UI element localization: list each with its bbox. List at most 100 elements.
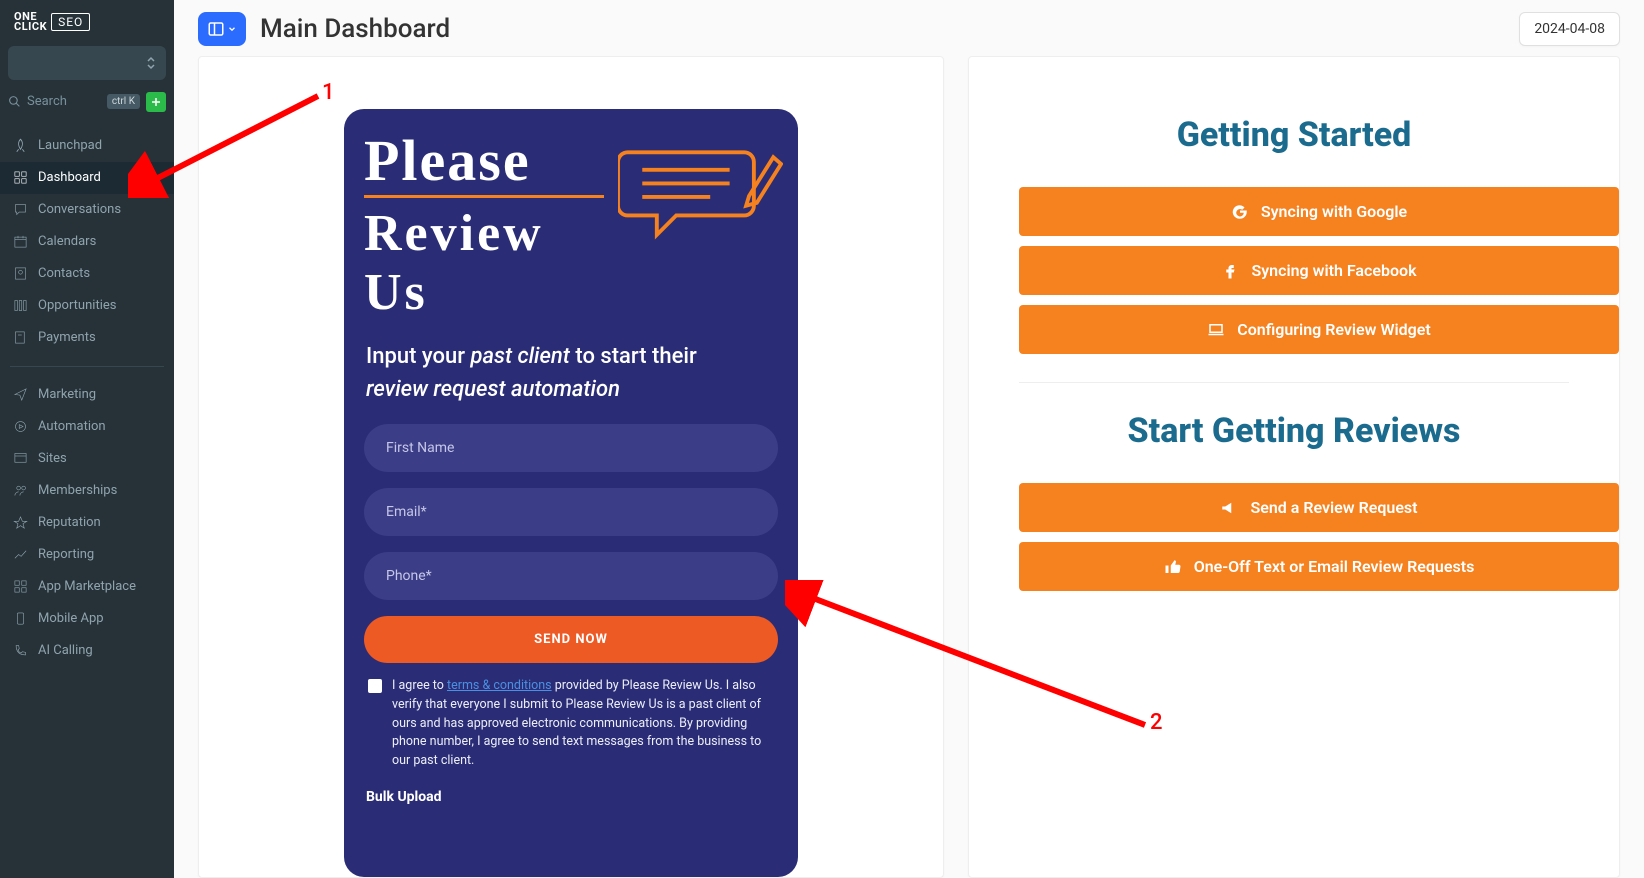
nav-contacts[interactable]: Contacts <box>0 258 174 290</box>
section-divider <box>1019 382 1569 383</box>
review-logo-please: Please <box>364 135 604 187</box>
main-area: Main Dashboard 2024-04-08 Please Review … <box>174 0 1644 878</box>
calendar-icon <box>12 234 28 250</box>
nav-memberships[interactable]: Memberships <box>0 475 174 507</box>
phone-field[interactable]: Phone* <box>364 552 778 600</box>
search-placeholder: Search <box>27 94 67 109</box>
nav-dashboard[interactable]: Dashboard <box>0 162 174 194</box>
button-label: Configuring Review Widget <box>1237 320 1431 339</box>
nav-ai-calling[interactable]: AI Calling <box>0 635 174 667</box>
nav-label: Conversations <box>38 202 121 217</box>
nav-automation[interactable]: Automation <box>0 411 174 443</box>
nav-calendars[interactable]: Calendars <box>0 226 174 258</box>
bulk-upload-link[interactable]: Bulk Upload <box>364 789 778 805</box>
button-label: Send a Review Request <box>1250 498 1417 517</box>
page-title: Main Dashboard <box>260 14 450 44</box>
consent-checkbox[interactable] <box>368 679 382 693</box>
oneoff-request-button[interactable]: One-Off Text or Email Review Requests <box>1019 542 1619 591</box>
nav-app-marketplace[interactable]: App Marketplace <box>0 571 174 603</box>
chevron-updown-icon <box>146 56 156 70</box>
nav-label: Contacts <box>38 266 90 281</box>
review-logo-review: Review Us <box>364 195 604 322</box>
search-shortcut: ctrl K <box>107 94 140 109</box>
quick-add-button[interactable] <box>146 92 166 112</box>
chevron-down-icon <box>227 24 237 34</box>
layout-toggle-button[interactable] <box>198 12 246 46</box>
brand-seo-badge: SEO <box>51 13 90 31</box>
subtitle-em: past client <box>470 344 569 369</box>
nav-label: Payments <box>38 330 96 345</box>
layout-icon <box>207 20 225 38</box>
sites-icon <box>12 451 28 467</box>
grid-icon <box>12 170 28 186</box>
nav-mobile-app[interactable]: Mobile App <box>0 603 174 635</box>
nav-label: Automation <box>38 419 106 434</box>
nav-opportunities[interactable]: Opportunities <box>0 290 174 322</box>
topbar: Main Dashboard 2024-04-08 <box>174 0 1644 54</box>
nav-payments[interactable]: Payments <box>0 322 174 354</box>
review-card: Please Review Us <box>344 109 798 877</box>
nav-reputation[interactable]: Reputation <box>0 507 174 539</box>
speech-pencil-icon <box>618 141 783 251</box>
mobile-icon <box>12 611 28 627</box>
chat-icon <box>12 202 28 218</box>
facebook-icon <box>1221 262 1239 280</box>
getting-started-panel: Getting Started Syncing with Google Sync… <box>968 56 1620 878</box>
announcement-icon <box>1220 499 1238 517</box>
nav-label: Marketing <box>38 387 96 402</box>
contacts-icon <box>12 266 28 282</box>
opportunities-icon <box>12 298 28 314</box>
google-icon <box>1231 203 1249 221</box>
nav-label: Memberships <box>38 483 117 498</box>
reporting-icon <box>12 547 28 563</box>
nav-label: Reporting <box>38 547 94 562</box>
nav-label: AI Calling <box>38 643 93 658</box>
search-input[interactable]: Search <box>8 94 101 109</box>
nav-reporting[interactable]: Reporting <box>0 539 174 571</box>
nav-label: Reputation <box>38 515 101 530</box>
nav-label: Calendars <box>38 234 96 249</box>
sync-google-button[interactable]: Syncing with Google <box>1019 187 1619 236</box>
first-name-field[interactable]: First Name <box>364 424 778 472</box>
subtitle-em2: review request automation <box>366 377 620 402</box>
apps-icon <box>12 579 28 595</box>
button-label: One-Off Text or Email Review Requests <box>1194 557 1475 576</box>
send-now-button[interactable]: SEND NOW <box>364 616 778 663</box>
email-field[interactable]: Email* <box>364 488 778 536</box>
brand-logo: ONE CLICK SEO <box>0 0 174 40</box>
start-reviews-title: Start Getting Reviews <box>969 411 1619 451</box>
consent-text: I agree to terms & conditions provided b… <box>392 677 774 771</box>
config-widget-button[interactable]: Configuring Review Widget <box>1019 305 1619 354</box>
rocket-icon <box>12 138 28 154</box>
workspace-select[interactable] <box>8 46 166 80</box>
nav-label: Dashboard <box>38 170 101 185</box>
nav-launchpad[interactable]: Launchpad <box>0 130 174 162</box>
nav-label: App Marketplace <box>38 579 136 594</box>
nav-label: Mobile App <box>38 611 104 626</box>
send-icon <box>12 387 28 403</box>
review-request-panel: Please Review Us <box>198 56 944 878</box>
brand-line2: CLICK <box>14 22 47 32</box>
search-icon <box>8 95 21 108</box>
date-picker[interactable]: 2024-04-08 <box>1519 12 1620 46</box>
payments-icon <box>12 330 28 346</box>
nav-label: Sites <box>38 451 67 466</box>
button-label: Syncing with Google <box>1261 202 1407 221</box>
automation-icon <box>12 419 28 435</box>
nav-label: Launchpad <box>38 138 102 153</box>
getting-started-title: Getting Started <box>969 115 1619 155</box>
laptop-icon <box>1207 321 1225 339</box>
send-review-request-button[interactable]: Send a Review Request <box>1019 483 1619 532</box>
nav-sites[interactable]: Sites <box>0 443 174 475</box>
subtitle-pre: Input your <box>366 344 470 369</box>
primary-nav: Launchpad Dashboard Conversations Calend… <box>0 116 174 667</box>
nav-separator <box>10 366 164 367</box>
sync-facebook-button[interactable]: Syncing with Facebook <box>1019 246 1619 295</box>
plus-icon <box>150 96 162 108</box>
phone-icon <box>12 643 28 659</box>
terms-link[interactable]: terms & conditions <box>447 678 552 693</box>
nav-marketing[interactable]: Marketing <box>0 379 174 411</box>
nav-conversations[interactable]: Conversations <box>0 194 174 226</box>
star-icon <box>12 515 28 531</box>
nav-label: Opportunities <box>38 298 116 313</box>
